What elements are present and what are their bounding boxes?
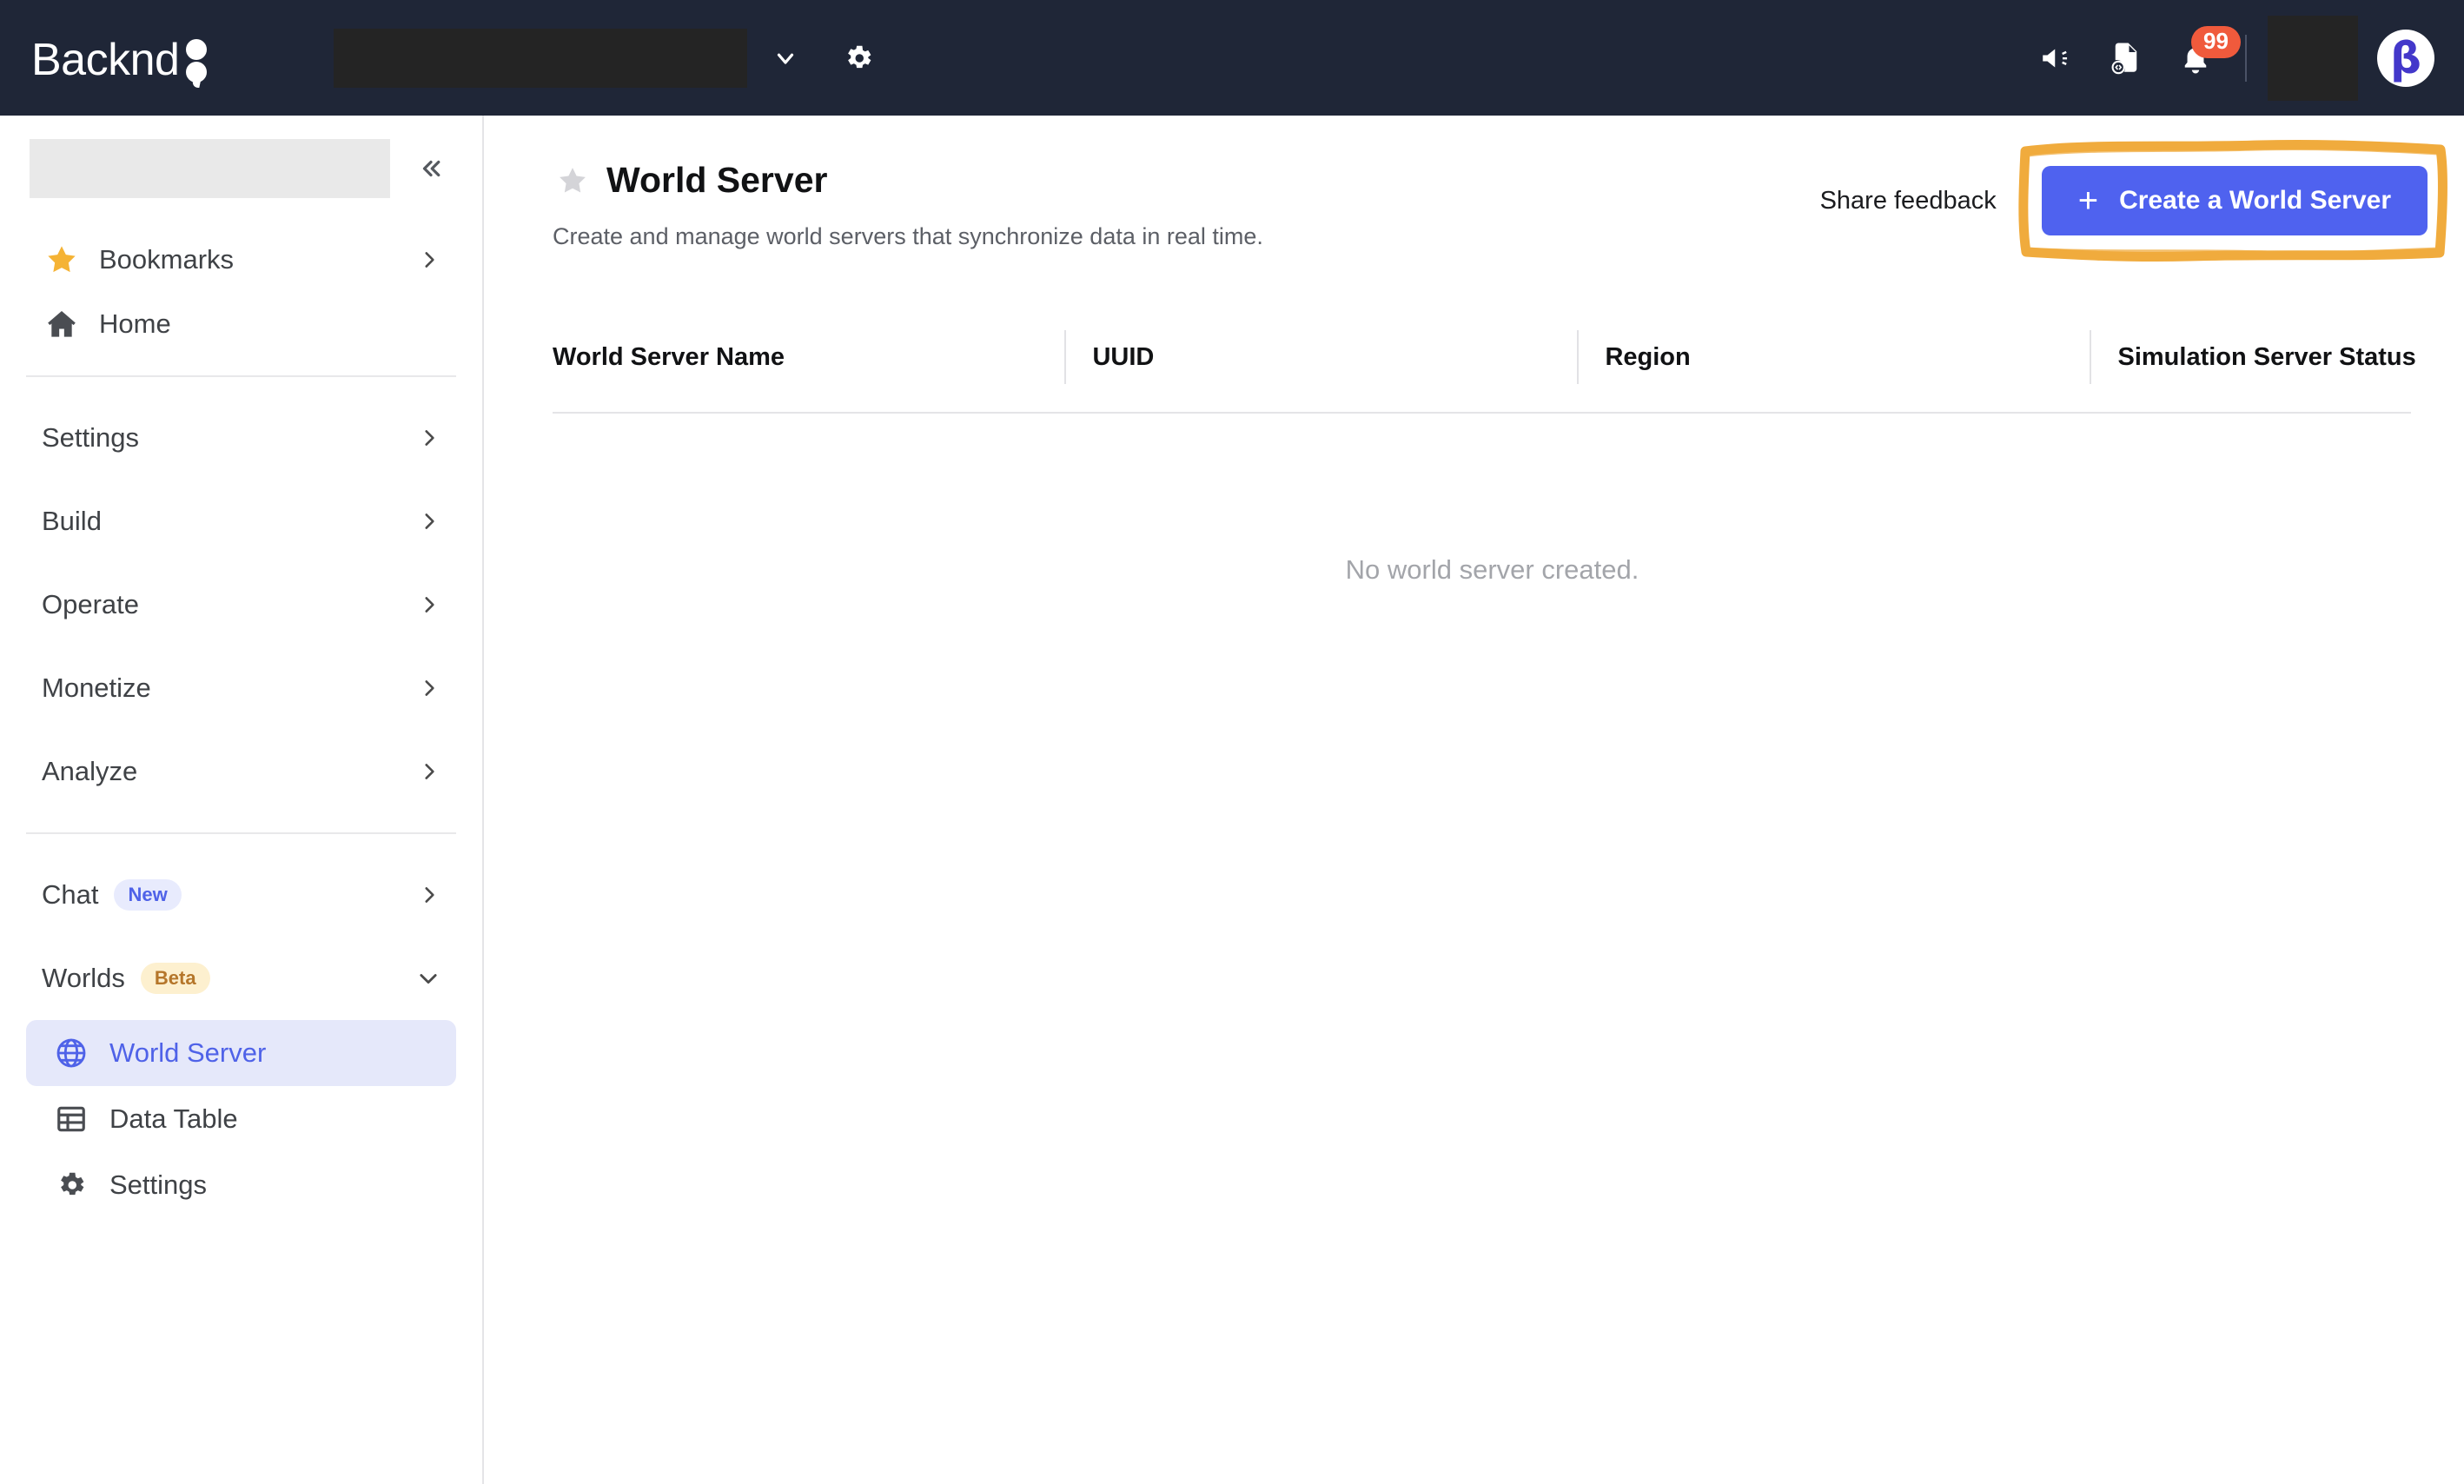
beta-badge: Beta xyxy=(140,963,210,994)
column-header-simulation-server-status[interactable]: Simulation Server Status xyxy=(2090,330,2432,384)
sidebar-group-build[interactable]: Build xyxy=(26,480,456,563)
page-title: World Server xyxy=(606,160,828,201)
sidebar-item-world-server[interactable]: World Server xyxy=(26,1020,456,1086)
main-content: World Server Create and manage world ser… xyxy=(486,116,2464,1484)
sidebar-project-redacted[interactable] xyxy=(30,139,390,198)
page-title-row: World Server xyxy=(553,161,1263,201)
chevron-right-icon xyxy=(418,884,440,906)
sidebar-group-label: Monetize xyxy=(42,672,151,703)
user-name-redacted xyxy=(2268,15,2358,101)
new-badge: New xyxy=(114,879,182,911)
sidebar-divider-2 xyxy=(26,832,456,834)
table-icon xyxy=(52,1100,90,1138)
chevron-right-icon xyxy=(418,677,440,699)
two-dots-mark-icon xyxy=(182,34,212,88)
plus-icon: + xyxy=(2077,182,2099,220)
notification-count-badge: 99 xyxy=(2191,25,2241,59)
chevron-down-icon xyxy=(416,966,440,990)
sidebar-item-bookmarks[interactable]: Bookmarks xyxy=(26,228,456,292)
project-selector-redacted[interactable] xyxy=(334,28,748,88)
table-empty-state: No world server created. xyxy=(1345,554,1639,585)
brand-logo-text: Backnd xyxy=(31,34,180,85)
chevron-right-icon xyxy=(418,427,440,449)
column-header-region[interactable]: Region xyxy=(1577,330,2090,384)
page-header-actions: Share feedback + Create a World Server xyxy=(1820,139,2447,262)
top-bar: Backnd 99 β xyxy=(0,0,2464,116)
sidebar-header xyxy=(0,116,482,198)
file-code-icon[interactable] xyxy=(2099,31,2153,85)
globe-icon xyxy=(52,1034,90,1072)
sidebar-group-label: Analyze xyxy=(42,756,138,786)
chevron-right-icon xyxy=(418,510,440,533)
sidebar-group-label: Chat xyxy=(42,879,99,910)
sidebar: Bookmarks Home Settings Build Operate Mo… xyxy=(0,116,484,1484)
star-icon xyxy=(42,240,82,280)
sidebar-group-analyze[interactable]: Analyze xyxy=(26,730,456,813)
sidebar-item-label: Home xyxy=(99,308,171,339)
sidebar-group-operate[interactable]: Operate xyxy=(26,563,456,646)
create-world-server-label: Create a World Server xyxy=(2119,186,2391,215)
page-header-left: World Server Create and manage world ser… xyxy=(553,161,1263,250)
project-chevron-down-icon[interactable] xyxy=(766,39,805,77)
home-icon xyxy=(42,304,82,344)
share-feedback-link[interactable]: Share feedback xyxy=(1820,187,1997,215)
bell-icon[interactable]: 99 xyxy=(2169,25,2241,85)
sidebar-item-worlds-settings[interactable]: Settings xyxy=(26,1152,456,1218)
create-world-server-wrap: + Create a World Server xyxy=(2018,139,2447,262)
world-server-table: World Server Name UUID Region Simulation… xyxy=(553,330,2432,726)
sidebar-item-label: Settings xyxy=(109,1169,208,1200)
star-outline-icon[interactable] xyxy=(553,161,593,201)
brand-logo[interactable]: Backnd xyxy=(31,34,212,88)
column-header-uuid[interactable]: UUID xyxy=(1064,330,1577,384)
top-bar-divider xyxy=(2245,34,2247,82)
sidebar-item-data-table[interactable]: Data Table xyxy=(26,1086,456,1152)
chevron-right-icon xyxy=(418,593,440,616)
create-world-server-button[interactable]: + Create a World Server xyxy=(2041,166,2428,235)
avatar-initial: β xyxy=(2390,32,2421,83)
sidebar-item-home[interactable]: Home xyxy=(26,292,456,356)
page-subtitle: Create and manage world servers that syn… xyxy=(553,223,1263,249)
table-header-row: World Server Name UUID Region Simulation… xyxy=(553,330,2432,384)
chevron-right-icon xyxy=(418,760,440,783)
avatar[interactable]: β xyxy=(2377,29,2434,87)
sidebar-item-label: World Server xyxy=(109,1037,267,1068)
gear-icon[interactable] xyxy=(838,37,879,79)
sidebar-group-settings[interactable]: Settings xyxy=(26,396,456,480)
sidebar-item-label: Data Table xyxy=(109,1103,238,1134)
gear-icon xyxy=(52,1166,90,1204)
collapse-sidebar-button[interactable] xyxy=(413,150,449,187)
sidebar-group-worlds[interactable]: Worlds Beta xyxy=(26,937,456,1020)
megaphone-icon[interactable] xyxy=(2030,31,2083,85)
page-header: World Server Create and manage world ser… xyxy=(486,116,2464,262)
sidebar-group-label: Worlds xyxy=(42,963,125,993)
sidebar-group-chat[interactable]: Chat New xyxy=(26,853,456,937)
sidebar-group-label: Settings xyxy=(42,422,140,453)
top-bar-actions: 99 β xyxy=(2014,15,2434,101)
sidebar-item-label: Bookmarks xyxy=(99,244,235,275)
sidebar-group-label: Build xyxy=(42,506,102,536)
sidebar-divider-1 xyxy=(26,375,456,377)
sidebar-group-monetize[interactable]: Monetize xyxy=(26,646,456,730)
chevron-right-icon xyxy=(418,248,440,271)
sidebar-group-label: Operate xyxy=(42,589,140,619)
column-header-world-server-name[interactable]: World Server Name xyxy=(553,330,1064,384)
